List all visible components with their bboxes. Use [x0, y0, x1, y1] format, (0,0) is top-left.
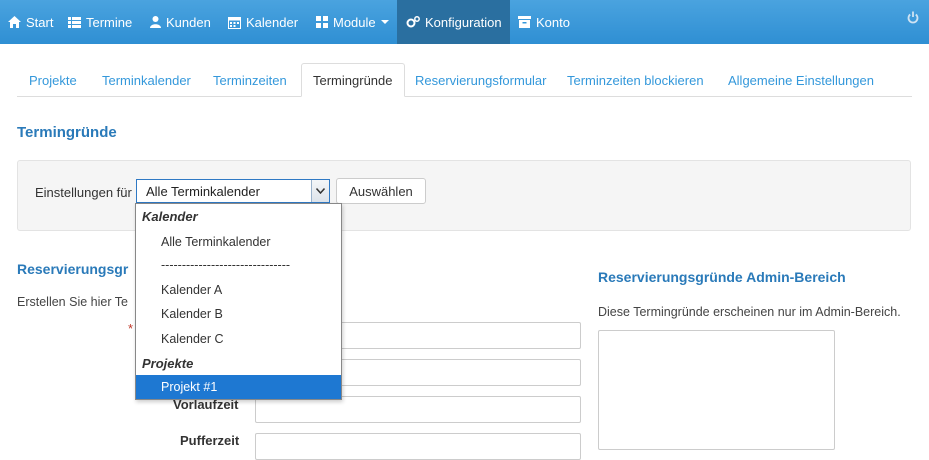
nav-kalender-label: Kalender [246, 14, 299, 30]
option-projekt-1-label: Projekt #1 [161, 380, 218, 394]
chevron-down-icon[interactable] [311, 180, 329, 202]
auswaehlen-button[interactable]: Auswählen [336, 178, 426, 204]
optgroup-projekte: Projekte [142, 356, 194, 371]
list-icon [68, 16, 81, 28]
reservation-reasons-title: Reservierungsgr [17, 261, 129, 277]
option-kalender-c[interactable]: Kalender C [161, 332, 224, 346]
tab-reservierungsformular[interactable]: Reservierungsformular [415, 64, 547, 96]
filter-label: Einstellungen für [35, 185, 132, 200]
tab-allgemeine-einstellungen[interactable]: Allgemeine Einstellungen [728, 64, 874, 96]
nav-termine-label: Termine [86, 14, 133, 30]
power-icon[interactable] [907, 11, 919, 27]
nav-kunden-label: Kunden [166, 14, 211, 30]
calendar-select[interactable]: Alle Terminkalender [136, 179, 330, 203]
admin-reasons-description: Diese Termingründe erscheinen nur im Adm… [598, 305, 901, 319]
option-kalender-b[interactable]: Kalender B [161, 307, 223, 321]
option-separator: ------------------------------- [161, 258, 291, 272]
chevron-down-icon [380, 20, 389, 24]
tab-terminkalender[interactable]: Terminkalender [102, 64, 191, 96]
required-marker: * [128, 321, 134, 336]
nav-kunden[interactable]: Kunden [150, 0, 211, 44]
optgroup-kalender: Kalender [142, 209, 198, 224]
tab-projekte[interactable]: Projekte [29, 64, 77, 96]
calendar-icon [228, 16, 241, 29]
nav-konto-label: Konto [536, 14, 570, 30]
grid-icon [316, 16, 328, 28]
nav-start-label: Start [26, 14, 54, 30]
admin-reasons-title: Reservierungsgründe Admin-Bereich [598, 269, 846, 285]
home-icon [8, 16, 21, 28]
reservation-reasons-description: Erstellen Sie hier Te [17, 295, 128, 309]
tabs-divider [17, 96, 912, 97]
nav-kalender[interactable]: Kalender [228, 0, 298, 44]
tab-terminzeiten[interactable]: Terminzeiten [213, 64, 287, 96]
vorlaufzeit-input[interactable] [255, 396, 581, 423]
calendar-select-value: Alle Terminkalender [146, 184, 260, 199]
tab-termingruende[interactable]: Termingründe [301, 63, 405, 97]
gears-icon [406, 15, 420, 27]
option-alle-terminkalender[interactable]: Alle Terminkalender [161, 235, 271, 249]
option-kalender-a[interactable]: Kalender A [161, 283, 222, 297]
nav-start[interactable]: Start [8, 0, 53, 44]
pufferzeit-label: Pufferzeit [180, 433, 240, 448]
user-icon [150, 16, 161, 28]
nav-konto[interactable]: Konto [518, 0, 570, 44]
tab-terminzeiten-blockieren[interactable]: Terminzeiten blockieren [567, 64, 704, 96]
nav-module-label: Module [333, 14, 376, 30]
inbox-icon [518, 16, 531, 28]
pufferzeit-input[interactable] [255, 433, 581, 460]
nav-module[interactable]: Module [316, 0, 389, 44]
admin-reasons-textarea[interactable] [598, 330, 835, 450]
nav-konfiguration[interactable]: Konfiguration [397, 0, 510, 44]
page-title: Termingründe [17, 124, 117, 141]
calendar-dropdown-list: Kalender Alle Terminkalender -----------… [135, 203, 342, 400]
nav-konfiguration-label: Konfiguration [425, 14, 502, 30]
option-projekt-1[interactable]: Projekt #1 [136, 375, 341, 399]
nav-termine[interactable]: Termine [68, 0, 132, 44]
